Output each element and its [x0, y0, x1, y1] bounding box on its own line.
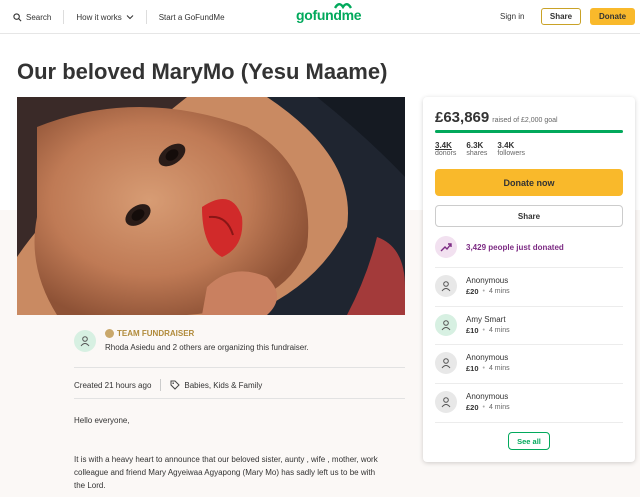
chevron-down-icon — [126, 15, 134, 20]
donation-time: 4 mins — [488, 327, 510, 334]
donation-card: £63,869 raised of £2,000 goal 3.4K donor… — [423, 97, 635, 462]
donation-item: Anonymous £10 • 4 mins — [435, 352, 510, 374]
nav-left: Search How it works Start a GoFundMe — [13, 0, 225, 34]
separator-dot: • — [482, 288, 485, 295]
donation-item: Anonymous £20 • 4 mins — [435, 275, 510, 297]
stat-value: 6.3K — [466, 141, 484, 150]
divider — [435, 344, 623, 345]
search-link[interactable]: Search — [13, 13, 51, 22]
team-label-text: TEAM FUNDRAISER — [117, 329, 195, 338]
recent-donations-text: 3,429 people just donated — [466, 242, 564, 252]
raised-goal-text: raised of £2,000 goal — [492, 117, 558, 124]
search-label: Search — [26, 12, 52, 22]
search-icon — [13, 12, 22, 21]
stat-shares: 6.3K shares — [466, 141, 487, 157]
header-donate-button[interactable]: Donate — [590, 8, 635, 25]
stat-label: donors — [435, 150, 457, 157]
trending-up-icon — [435, 236, 457, 258]
separator-dot: • — [482, 404, 485, 411]
story-line: colleague and friend Mary Agyeiwaa Agyap… — [74, 468, 376, 477]
separator-dot: • — [482, 327, 485, 334]
start-fundraiser-link[interactable]: Start a GoFundMe — [159, 13, 225, 22]
see-all-button[interactable]: See all — [508, 432, 550, 450]
user-icon — [441, 397, 451, 408]
story-line: the Lord. — [74, 481, 106, 490]
campaign-photo-image — [17, 97, 405, 315]
stat-followers: 3.4K followers — [497, 141, 525, 157]
campaign-photo[interactable] — [17, 97, 405, 315]
donation-item: Amy Smart £10 • 4 mins — [435, 314, 510, 336]
stat-donors[interactable]: 3.4K donors — [435, 141, 456, 157]
divider — [74, 367, 405, 368]
stat-label: followers — [497, 150, 526, 157]
recent-donations-notice: 3,429 people just donated — [435, 236, 564, 258]
stats-row: 3.4K donors 6.3K shares 3.4K followers — [435, 141, 525, 157]
logo-leaf-icon — [334, 3, 352, 9]
donor-name: Anonymous — [466, 392, 509, 401]
logo-text: gofundme — [296, 7, 362, 23]
category-link[interactable]: Babies, Kids & Family — [170, 380, 262, 390]
tag-icon — [170, 380, 181, 390]
donation-amount: £10 — [466, 326, 479, 335]
gofundme-logo[interactable]: gofundme — [296, 3, 362, 23]
page-title: Our beloved MaryMo (Yesu Maame) — [17, 59, 388, 84]
donor-avatar — [435, 275, 457, 297]
donation-amount: £10 — [466, 364, 479, 373]
donation-time: 4 mins — [488, 365, 510, 372]
user-icon — [441, 320, 451, 331]
donation-item: Anonymous £20 • 4 mins — [435, 391, 510, 413]
how-it-works-menu[interactable]: How it works — [76, 12, 134, 22]
divider — [435, 306, 623, 307]
nav-divider — [63, 10, 65, 24]
separator-dot: • — [482, 365, 485, 372]
vertical-divider — [160, 379, 162, 391]
stat-label: shares — [466, 150, 488, 157]
donate-now-button[interactable]: Donate now — [435, 169, 623, 196]
divider — [74, 398, 405, 399]
stat-value: 3.4K — [435, 141, 452, 150]
organizer-avatar[interactable] — [74, 330, 96, 352]
progress-bar — [435, 130, 623, 133]
divider — [435, 267, 623, 268]
top-navigation-bar: Search How it works Start a GoFundMe gof… — [0, 0, 640, 34]
donor-name: Amy Smart — [466, 315, 506, 324]
start-label: Start a GoFundMe — [158, 12, 225, 22]
story-greeting: Hello everyone, — [74, 416, 130, 425]
divider — [435, 383, 623, 384]
story-line: It is with a heavy heart to announce tha… — [74, 455, 378, 464]
donation-amount: £20 — [466, 287, 479, 296]
raised-summary: £63,869 raised of £2,000 goal — [435, 109, 558, 126]
header-share-button[interactable]: Share — [541, 8, 581, 25]
raised-amount: £63,869 — [435, 109, 490, 126]
team-fundraiser-label: TEAM FUNDRAISER — [105, 329, 194, 338]
donor-avatar — [435, 352, 457, 374]
category-label: Babies, Kids & Family — [184, 380, 263, 390]
donation-time: 4 mins — [488, 404, 510, 411]
donor-avatar — [435, 391, 457, 413]
donor-name: Anonymous — [466, 276, 509, 285]
created-row: Created 21 hours ago Babies, Kids & Fami… — [74, 379, 262, 391]
user-icon — [441, 358, 451, 369]
sign-in-link[interactable]: Sign in — [500, 12, 524, 21]
progress-bar-fill — [435, 130, 623, 133]
stat-value: 3.4K — [497, 141, 515, 150]
donation-time: 4 mins — [488, 288, 510, 295]
how-it-works-label: How it works — [76, 12, 122, 22]
share-button[interactable]: Share — [435, 205, 623, 227]
donor-avatar — [435, 314, 457, 336]
divider — [435, 422, 623, 423]
organizer-text[interactable]: Rhoda Asiedu and 2 others are organizing… — [105, 343, 309, 352]
created-text: Created 21 hours ago — [74, 380, 152, 390]
donor-name: Anonymous — [466, 353, 509, 362]
user-icon — [80, 336, 90, 347]
nav-divider — [145, 10, 147, 24]
user-icon — [441, 281, 451, 292]
team-badge-icon — [105, 329, 114, 338]
donation-amount: £20 — [466, 403, 479, 412]
